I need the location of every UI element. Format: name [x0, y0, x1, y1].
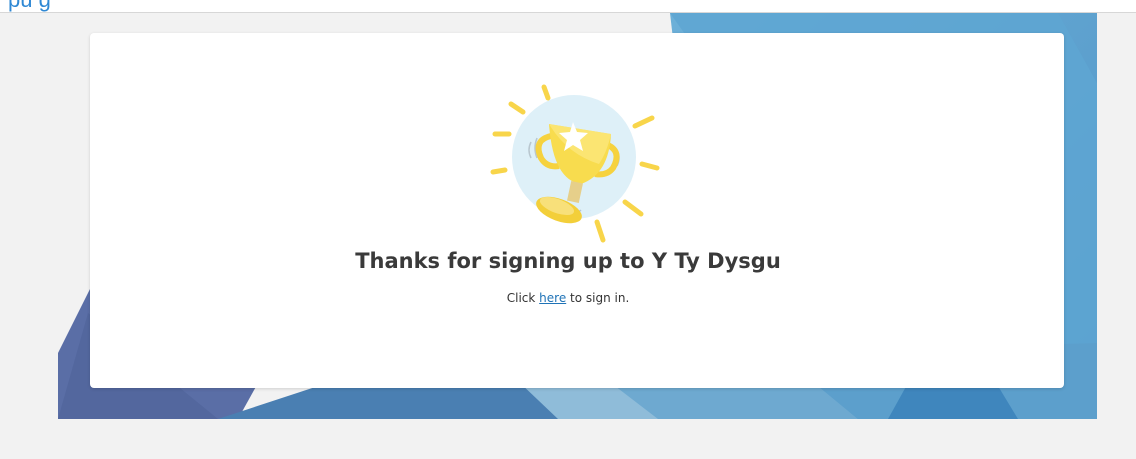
sign-in-link[interactable]: here [539, 291, 566, 305]
page: pu g [0, 0, 1136, 459]
confirmation-heading: Thanks for signing up to Y Ty Dysgu [355, 249, 781, 273]
sign-in-message: Click here to sign in. [0, 291, 1136, 305]
top-header-bar: pu g [0, 0, 1136, 13]
header-title-fragment: pu g [8, 0, 51, 12]
trophy-icon [490, 84, 660, 243]
sign-in-prefix: Click [506, 291, 540, 305]
sign-in-suffix: to sign in. [566, 291, 630, 305]
